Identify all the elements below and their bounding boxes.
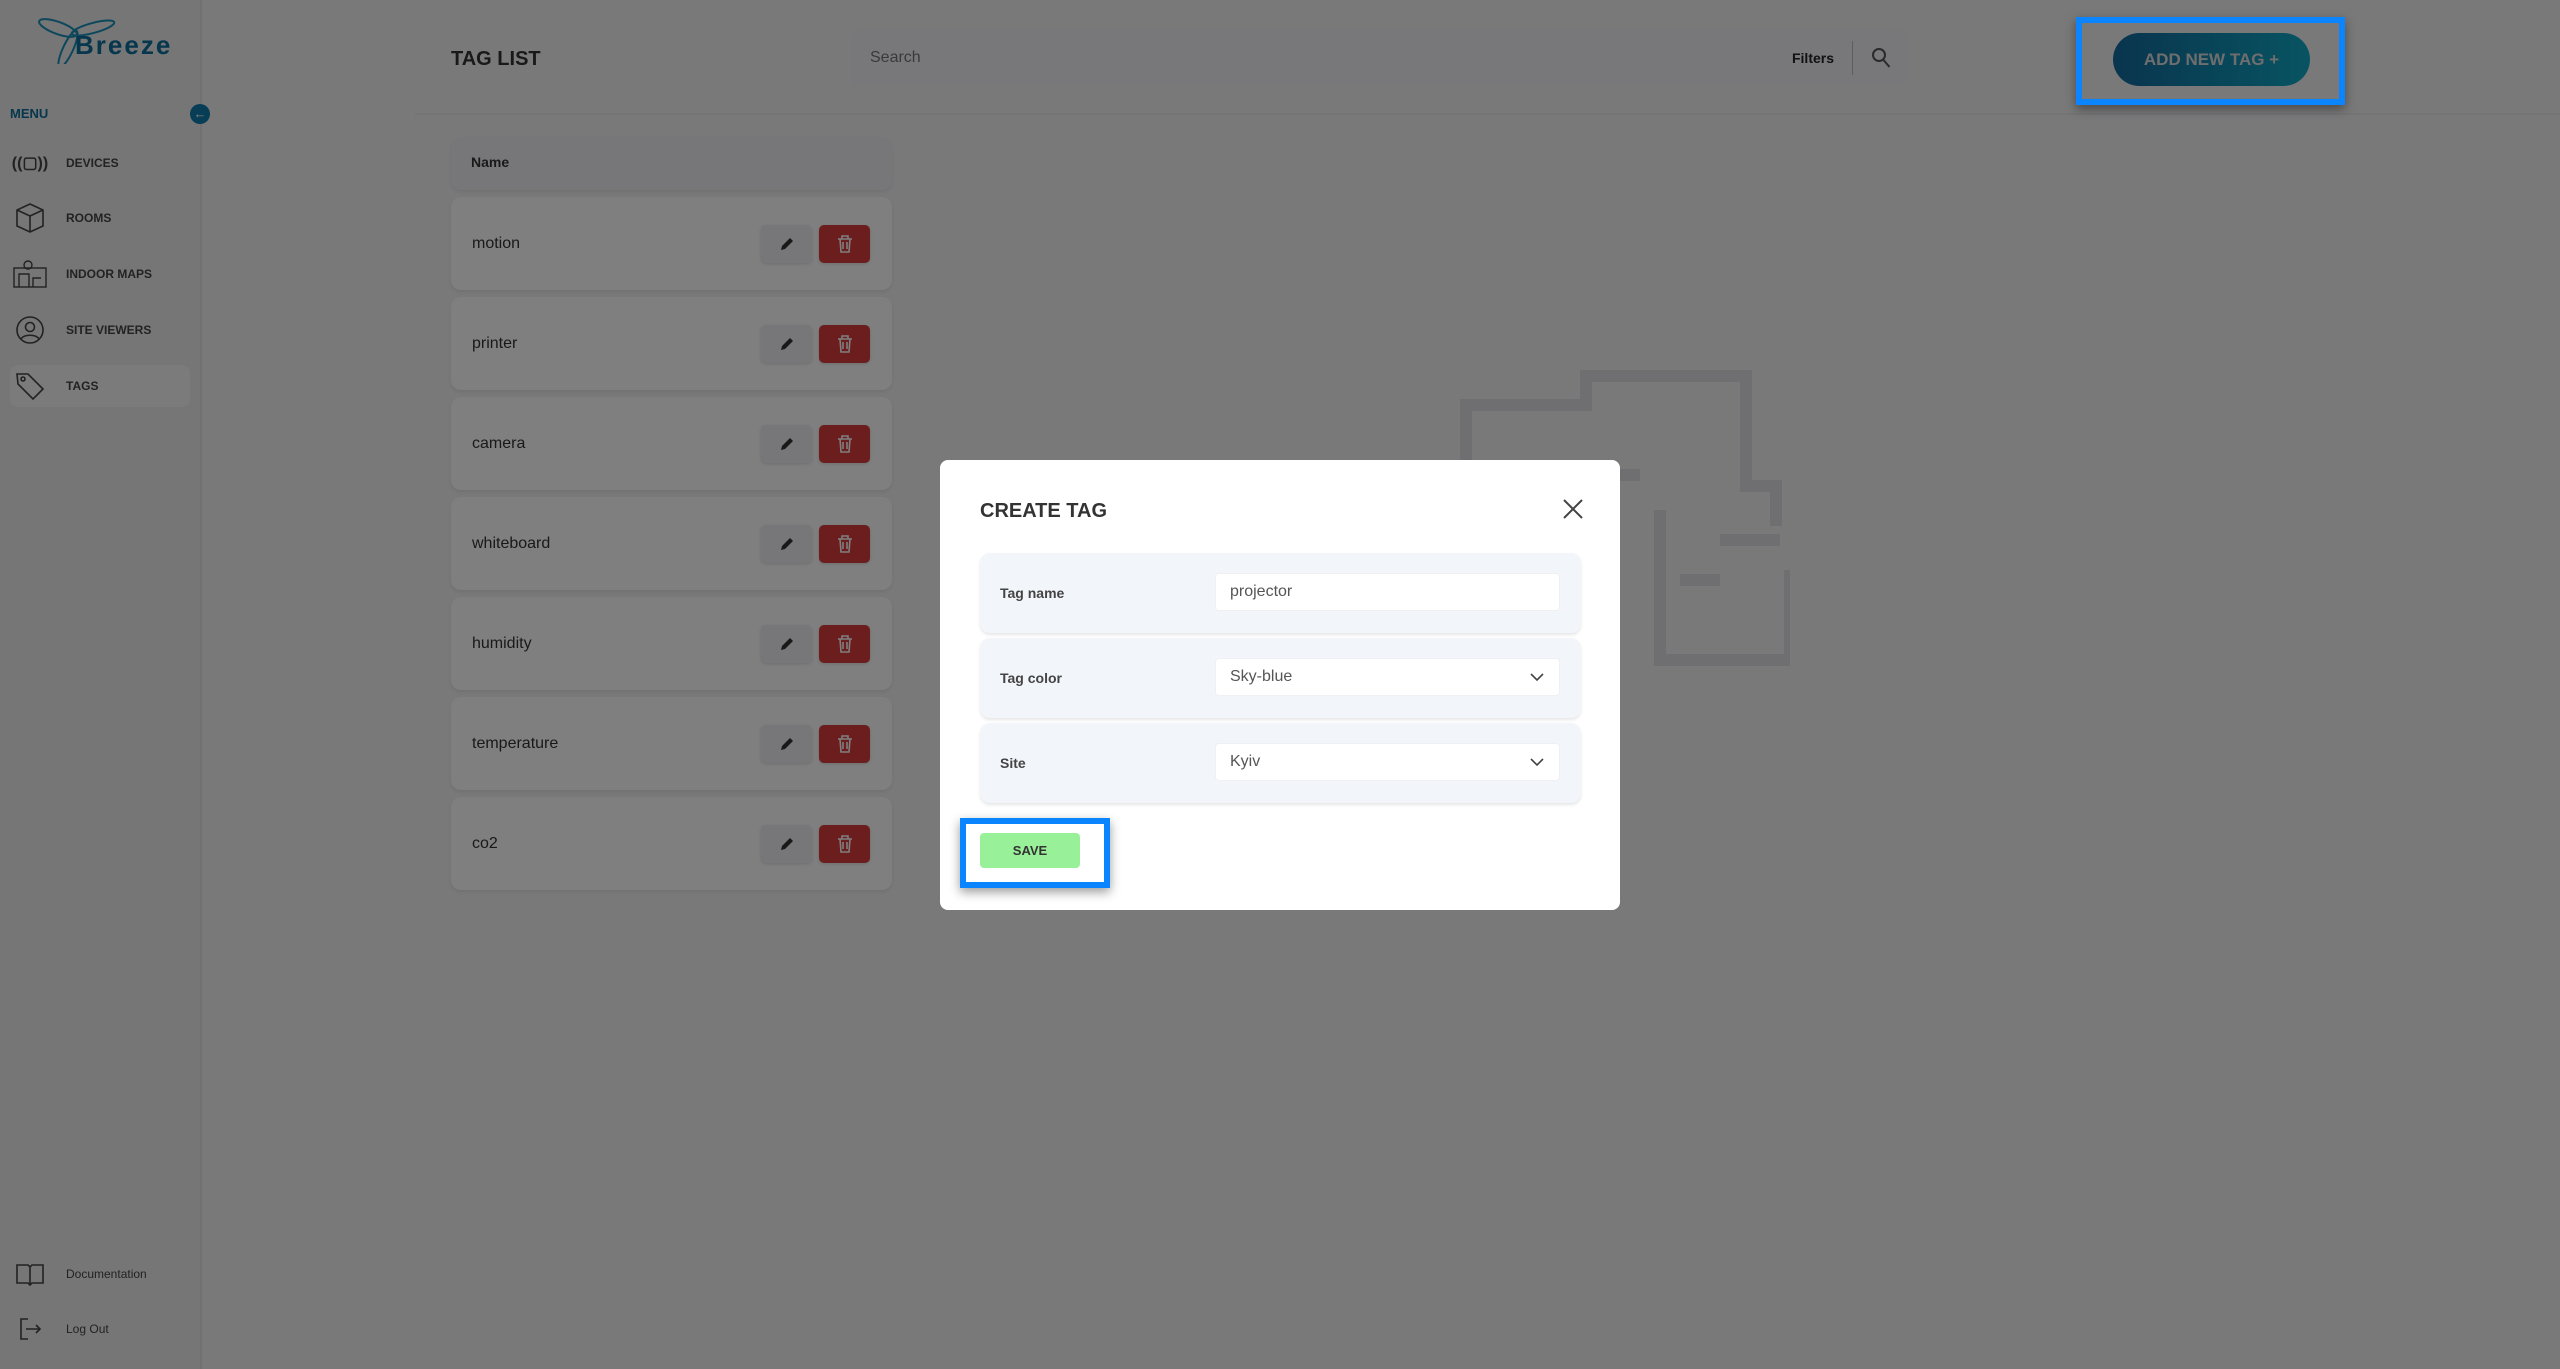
close-icon[interactable] bbox=[1560, 496, 1586, 522]
field-label: Tag name bbox=[1000, 585, 1065, 601]
tag-color-select[interactable]: Sky-blue bbox=[1215, 658, 1560, 696]
site-field: Site Kyiv bbox=[980, 723, 1581, 803]
save-button[interactable]: SAVE bbox=[980, 833, 1080, 868]
tag-name-input[interactable]: projector bbox=[1215, 573, 1560, 611]
select-value: Kyiv bbox=[1230, 753, 1261, 770]
field-label: Tag color bbox=[1000, 670, 1062, 686]
tag-name-field: Tag name projector bbox=[980, 553, 1581, 633]
input-value: projector bbox=[1230, 583, 1293, 600]
chevron-down-icon bbox=[1530, 758, 1544, 767]
tag-color-field: Tag color Sky-blue bbox=[980, 638, 1581, 718]
select-value: Sky-blue bbox=[1230, 668, 1293, 685]
modal-title: CREATE TAG bbox=[980, 500, 1108, 522]
create-tag-modal: CREATE TAG Tag name projector Tag color … bbox=[940, 460, 1620, 910]
chevron-down-icon bbox=[1530, 673, 1544, 682]
field-label: Site bbox=[1000, 755, 1026, 771]
site-select[interactable]: Kyiv bbox=[1215, 743, 1560, 781]
